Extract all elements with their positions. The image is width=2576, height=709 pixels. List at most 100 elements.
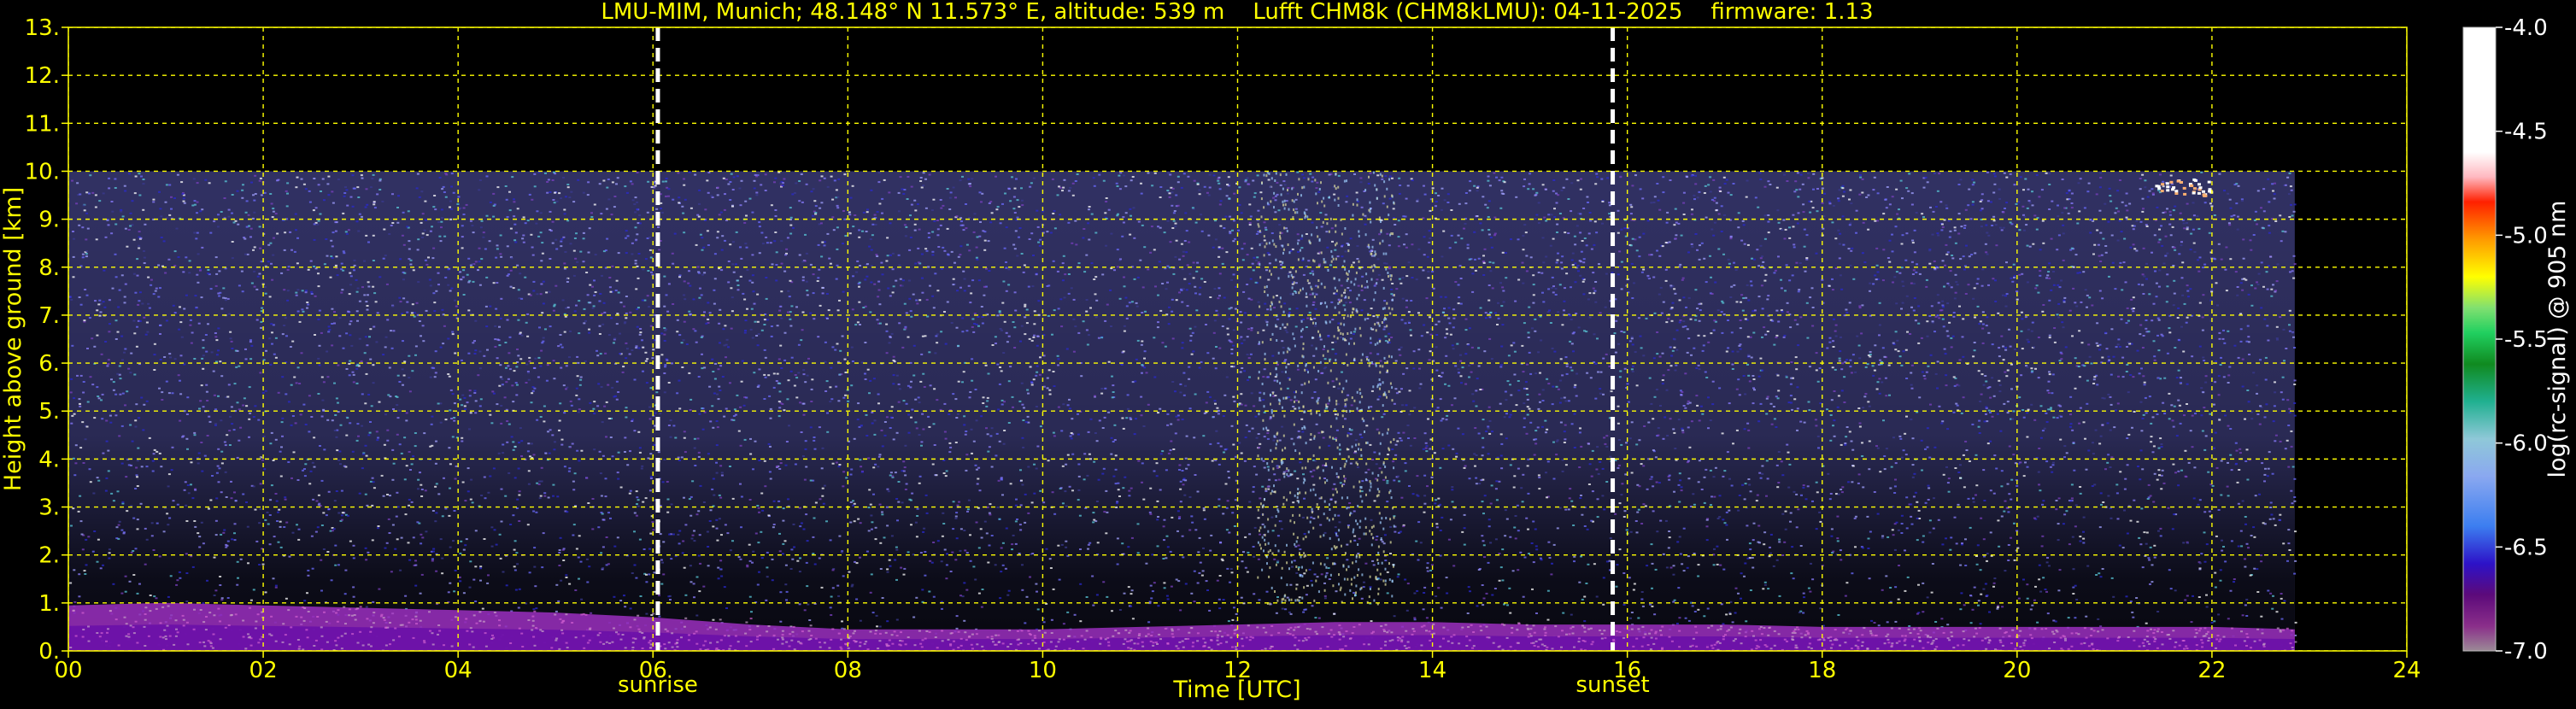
noise-speckle xyxy=(1782,219,1786,221)
noise-speckle xyxy=(79,193,82,196)
noise-speckle xyxy=(1214,459,1218,461)
noise-speckle xyxy=(2175,435,2179,437)
noise-speckle xyxy=(1767,588,1770,590)
noise-speckle xyxy=(1474,269,1477,272)
noise-speckle xyxy=(1517,569,1520,571)
noise-speckle xyxy=(2104,468,2107,471)
noise-speckle xyxy=(1656,249,1658,252)
noise-speckle xyxy=(505,198,508,201)
noise-speckle xyxy=(798,507,801,509)
noise-speckle xyxy=(353,264,356,267)
noise-speckle xyxy=(2005,202,2009,204)
noise-speckle xyxy=(435,290,438,292)
noise-speckle xyxy=(1980,193,1984,196)
noise-speckle xyxy=(72,255,75,258)
noise-speckle xyxy=(99,567,103,570)
noise-speckle xyxy=(2180,277,2184,279)
noise-speckle xyxy=(2174,472,2177,474)
noise-speckle xyxy=(1504,252,1507,254)
noise-speckle xyxy=(2004,349,2008,351)
noise-speckle xyxy=(661,481,665,483)
noise-speckle xyxy=(727,281,731,284)
noise-speckle xyxy=(1666,211,1669,214)
noise-speckle xyxy=(1567,400,1570,402)
noise-speckle xyxy=(1565,178,1569,180)
noise-speckle xyxy=(2159,527,2162,530)
noise-speckle xyxy=(624,451,626,453)
noise-speckle xyxy=(1881,347,1885,349)
noise-speckle xyxy=(1863,396,1867,398)
noise-speckle xyxy=(1007,268,1011,271)
noise-speckle xyxy=(978,191,982,194)
noise-speckle xyxy=(1833,390,1836,392)
noise-speckle xyxy=(2180,325,2183,328)
noise-speckle xyxy=(1962,355,1965,358)
noise-speckle xyxy=(1208,173,1212,176)
noise-speckle xyxy=(2155,282,2158,284)
noise-speckle xyxy=(697,510,701,513)
noise-speckle xyxy=(753,187,756,190)
noise-speckle xyxy=(944,475,948,478)
noise-speckle xyxy=(1994,224,1998,226)
noise-speckle xyxy=(1343,291,1346,294)
noise-speckle xyxy=(1854,371,1857,373)
noise-speckle xyxy=(625,312,628,314)
noise-speckle xyxy=(1986,200,1990,202)
noise-speckle xyxy=(1036,371,1039,373)
noise-speckle xyxy=(1354,439,1358,441)
noise-speckle xyxy=(1564,356,1568,359)
noise-speckle xyxy=(2288,549,2291,551)
noise-speckle xyxy=(2221,539,2223,542)
noise-speckle xyxy=(2027,408,2030,411)
noise-speckle xyxy=(955,326,959,329)
noise-speckle xyxy=(1958,305,1961,308)
noise-speckle xyxy=(372,382,375,384)
noise-speckle xyxy=(1873,622,1876,624)
noise-speckle xyxy=(2168,569,2171,571)
noise-speckle xyxy=(1862,407,1865,409)
noise-speckle xyxy=(1419,542,1423,544)
noise-speckle xyxy=(790,548,794,551)
noise-speckle xyxy=(2177,470,2180,472)
noise-speckle xyxy=(1333,193,1336,196)
noise-speckle xyxy=(1900,523,1904,524)
noise-speckle xyxy=(1053,385,1056,388)
noise-speckle xyxy=(376,312,379,314)
noise-speckle xyxy=(1691,208,1693,211)
noise-speckle xyxy=(89,481,92,483)
noise-speckle xyxy=(754,440,757,442)
noise-speckle xyxy=(820,586,824,589)
noise-speckle xyxy=(1977,425,1980,428)
noise-speckle xyxy=(258,226,261,228)
noise-speckle xyxy=(1233,400,1236,402)
noise-speckle xyxy=(290,424,293,426)
noise-speckle xyxy=(1182,372,1186,374)
noise-speckle xyxy=(1541,389,1545,391)
noise-speckle xyxy=(1077,331,1081,334)
noise-speckle xyxy=(1797,344,1800,347)
noise-speckle xyxy=(1832,346,1835,348)
noise-speckle xyxy=(2026,436,2029,438)
noise-speckle xyxy=(1452,326,1455,329)
noise-speckle xyxy=(867,457,871,460)
noise-speckle xyxy=(1551,276,1554,278)
noise-speckle xyxy=(209,499,213,501)
noise-speckle xyxy=(1288,396,1291,398)
noise-speckle xyxy=(412,455,415,458)
noise-speckle xyxy=(1550,214,1553,216)
noise-speckle xyxy=(104,236,108,238)
noise-speckle xyxy=(347,310,349,313)
noise-speckle xyxy=(95,238,98,241)
noise-speckle xyxy=(510,436,513,438)
noise-speckle xyxy=(898,264,901,267)
noise-speckle xyxy=(245,226,249,228)
noise-speckle xyxy=(1128,489,1131,492)
noise-speckle xyxy=(2211,484,2215,487)
noise-speckle xyxy=(1012,534,1015,536)
noise-speckle xyxy=(2205,543,2209,546)
noise-speckle xyxy=(706,230,709,232)
noise-speckle xyxy=(296,310,300,313)
noise-speckle xyxy=(1727,191,1730,194)
noise-speckle xyxy=(496,403,499,406)
noise-speckle xyxy=(1314,308,1317,310)
